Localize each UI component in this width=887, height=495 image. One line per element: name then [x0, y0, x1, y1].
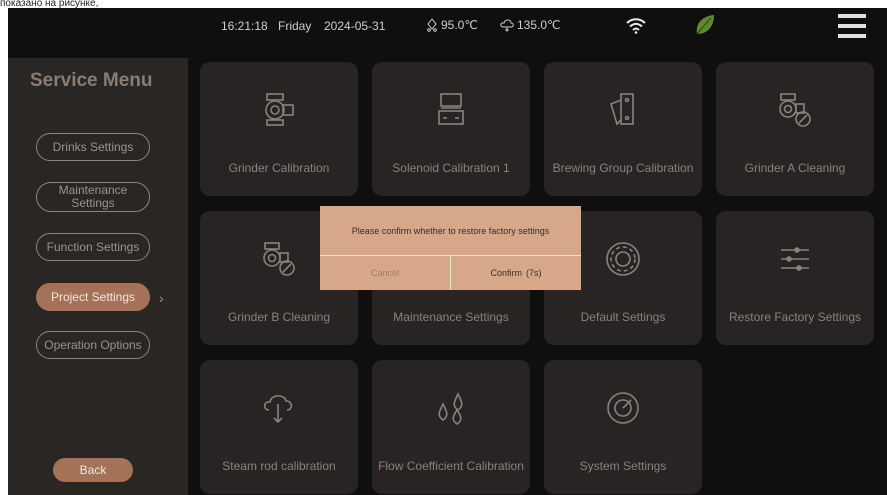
- weekday: Friday: [278, 19, 312, 33]
- dialog-message: Please confirm whether to restore factor…: [351, 226, 550, 236]
- gear-icon: [606, 242, 640, 276]
- sidebar-item-project-settings[interactable]: Project Settings: [36, 283, 150, 311]
- image-caption: показано на рисунке,: [0, 0, 99, 8]
- tile-label: Solenoid Calibration 1: [392, 161, 510, 175]
- sliders-icon: [781, 247, 809, 271]
- tile-label: Brewing Group Calibration: [552, 161, 694, 175]
- device-screen: 16:21:18 Friday 2024-05-31 95.0℃ 135.0℃: [8, 8, 887, 495]
- sidebar-item-maintenance-settings[interactable]: Maintenance Settings: [36, 182, 150, 212]
- sidebar-item-function-settings[interactable]: Function Settings: [36, 233, 150, 261]
- tile-flow-coefficient-calibration[interactable]: Flow Coefficient Calibration: [372, 360, 530, 494]
- status-bar: 16:21:18 Friday 2024-05-31 95.0℃ 135.0℃: [8, 8, 887, 44]
- grinder-icon: [265, 93, 294, 126]
- tile-steam-rod-calibration[interactable]: Steam rod calibration: [200, 360, 358, 494]
- tile-label: Restore Factory Settings: [728, 310, 862, 324]
- steam-icon: [263, 395, 293, 424]
- steam-temperature: 135.0℃: [500, 18, 561, 32]
- sidebar-item-operation-options[interactable]: Operation Options: [36, 331, 150, 359]
- tile-label: Grinder A Cleaning: [744, 161, 846, 175]
- tile-solenoid-calibration-1[interactable]: Solenoid Calibration 1: [372, 62, 530, 196]
- sidebar-title: Service Menu: [30, 70, 153, 91]
- confirm-button[interactable]: Confirm (7s): [451, 256, 581, 290]
- confirm-countdown: (7s): [526, 268, 542, 278]
- grinder-cleaning-icon: [263, 242, 295, 276]
- tile-label: Grinder B Cleaning: [227, 310, 331, 324]
- steam-cloud-icon: [500, 19, 514, 32]
- tile-label: System Settings: [579, 459, 667, 473]
- target-icon: [607, 392, 639, 424]
- tile-grinder-calibration[interactable]: Grinder Calibration: [200, 62, 358, 196]
- coffee-boiler-icon: [427, 18, 437, 32]
- tile-system-settings[interactable]: System Settings: [544, 360, 702, 494]
- clock-time: 16:21:18: [221, 19, 268, 33]
- service-menu-sidebar: Service Menu Drinks Settings Maintenance…: [8, 58, 188, 495]
- tile-label: Maintenance Settings: [393, 310, 509, 324]
- brewing-group-icon: [610, 93, 634, 126]
- chevron-right-icon: ›: [159, 290, 164, 306]
- tile-restore-factory-settings[interactable]: Restore Factory Settings: [716, 211, 874, 345]
- tile-label: Steam rod calibration: [222, 459, 336, 473]
- confirm-label: Confirm: [490, 268, 522, 278]
- tile-brewing-group-calibration[interactable]: Brewing Group Calibration: [544, 62, 702, 196]
- date: 2024-05-31: [324, 19, 386, 33]
- eco-leaf-icon: [696, 15, 714, 35]
- tile-label: Grinder Calibration: [228, 161, 330, 175]
- tile-grinder-a-cleaning[interactable]: Grinder A Cleaning: [716, 62, 874, 196]
- cancel-button[interactable]: Cancel: [320, 256, 450, 290]
- grinder-cleaning-icon: [779, 93, 811, 127]
- boiler-temperature: 95.0℃: [426, 18, 478, 32]
- tile-label: Default Settings: [580, 310, 666, 324]
- water-drops-icon: [438, 392, 463, 425]
- restore-confirm-dialog: Please confirm whether to restore factor…: [320, 206, 581, 290]
- solenoid-icon: [438, 93, 464, 125]
- hamburger-menu-icon[interactable]: [838, 13, 866, 39]
- wifi-icon: [626, 18, 646, 34]
- back-button[interactable]: Back: [53, 458, 133, 482]
- tile-label: Flow Coefficient Calibration: [378, 459, 524, 473]
- sidebar-item-drinks-settings[interactable]: Drinks Settings: [36, 133, 150, 161]
